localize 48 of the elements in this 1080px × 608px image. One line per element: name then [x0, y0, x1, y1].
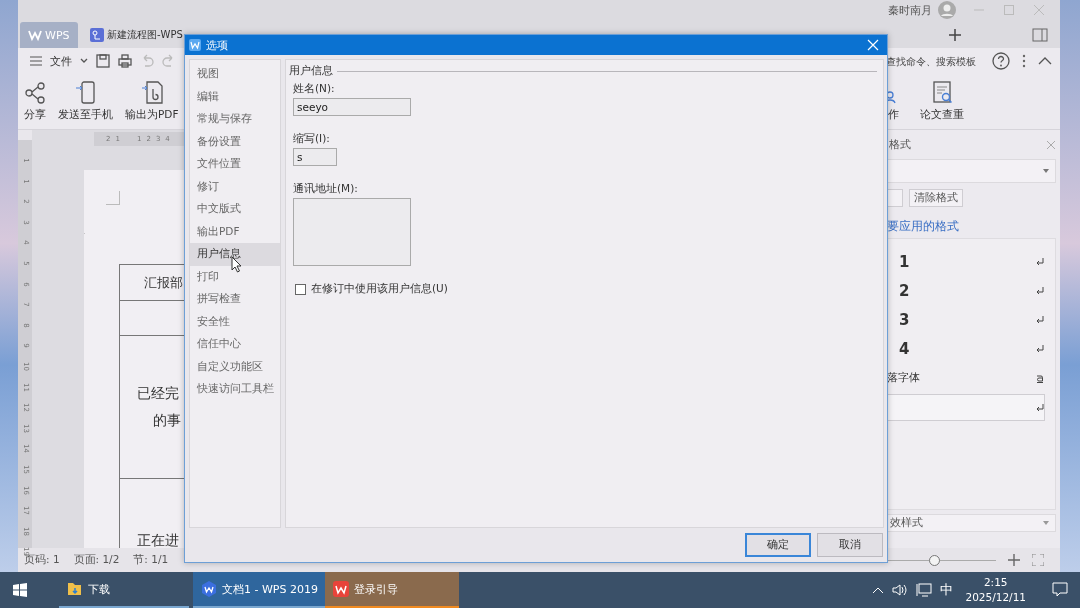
field-label: 通讯地址(M):: [293, 182, 359, 196]
pane-prompt: 要应用的格式: [886, 219, 960, 234]
taskbar-button[interactable]: 文档1 - WPS 2019: [193, 572, 325, 608]
input-field[interactable]: seeyo: [293, 98, 411, 116]
ribbon-button-label[interactable]: 输出为PDF: [125, 108, 179, 122]
category-item[interactable]: 视图: [190, 63, 280, 86]
category-item[interactable]: 打印: [190, 265, 280, 288]
pane-title[interactable]: 格式: [889, 138, 911, 152]
ribbon-button-label[interactable]: 发送至手机: [58, 108, 113, 122]
category-item[interactable]: 安全性: [190, 310, 280, 333]
category-item[interactable]: 编辑: [190, 85, 280, 108]
dialog-title: 选项: [206, 37, 228, 53]
status-text: 页面: 1/2: [73, 553, 120, 567]
field-label: 姓名(N):: [293, 82, 336, 96]
status-text: 节: 1/1: [133, 553, 169, 567]
ribbon-button-label[interactable]: 论文查重: [920, 108, 964, 122]
dialog-button[interactable]: 确定: [745, 533, 811, 557]
input-field[interactable]: s: [293, 148, 337, 166]
category-item[interactable]: 输出PDF: [190, 220, 280, 243]
style-item[interactable]: 1: [874, 247, 1045, 276]
category-item[interactable]: 修订: [190, 175, 280, 198]
section-title: 用户信息: [289, 64, 333, 78]
category-item[interactable]: 备份设置: [190, 130, 280, 153]
style-item[interactable]: 2: [874, 276, 1045, 305]
user-name[interactable]: 秦时南月: [888, 2, 932, 18]
taskbar-button[interactable]: 下载: [59, 572, 189, 608]
field-label: 缩写(I):: [293, 132, 331, 146]
clock-date[interactable]: 2025/12/11: [965, 590, 1026, 605]
category-item[interactable]: 中文版式: [190, 198, 280, 221]
category-item[interactable]: 常规与保存: [190, 108, 280, 131]
category-item[interactable]: 文件位置: [190, 153, 280, 176]
file-menu[interactable]: 文件: [50, 53, 72, 69]
category-item[interactable]: 快速访问工具栏: [190, 378, 280, 401]
style-item[interactable]: 3: [874, 305, 1045, 334]
input-method-indicator[interactable]: 中: [940, 581, 954, 599]
dialog-button[interactable]: 取消: [817, 533, 883, 557]
ribbon-button-label[interactable]: 分享: [24, 108, 46, 122]
clock-time[interactable]: 2:15: [983, 575, 1008, 590]
checkbox-label[interactable]: 在修订中使用该用户信息(U): [311, 282, 448, 296]
ribbon-button-label[interactable]: 作: [887, 108, 899, 122]
style-item[interactable]: 4: [874, 334, 1045, 363]
taskbar-button[interactable]: 登录引导: [325, 572, 459, 608]
clear-format-button[interactable]: 清除格式: [909, 189, 963, 207]
category-item[interactable]: 信任中心: [190, 333, 280, 356]
tab[interactable]: 新建流程图-WPS: [84, 22, 189, 48]
style-item[interactable]: 落字体: [874, 363, 1045, 392]
category-item[interactable]: 用户信息: [190, 243, 280, 266]
category-item[interactable]: 自定义功能区: [190, 355, 280, 378]
